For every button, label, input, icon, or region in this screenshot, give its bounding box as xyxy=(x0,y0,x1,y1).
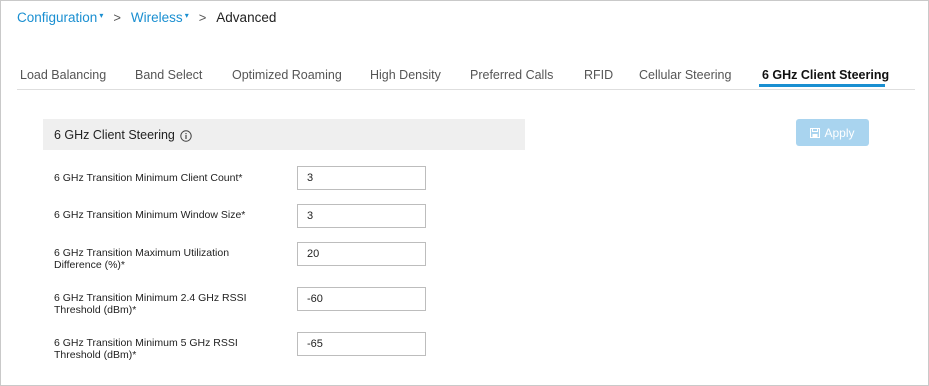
caret-down-icon: ▾ xyxy=(99,11,104,20)
tab-6ghz-client-steering[interactable]: 6 GHz Client Steering xyxy=(762,68,889,82)
max-utilization-diff-label: 6 GHz Transition Maximum Utilization Dif… xyxy=(54,247,230,271)
breadcrumb-current: Advanced xyxy=(216,10,277,25)
breadcrumb-wireless-label[interactable]: Wireless xyxy=(131,10,183,25)
min-24ghz-rssi-input[interactable] xyxy=(297,287,426,311)
tab-cellular-steering[interactable]: Cellular Steering xyxy=(639,68,731,82)
tab-preferred-calls[interactable]: Preferred Calls xyxy=(470,68,553,82)
min-5ghz-rssi-input[interactable] xyxy=(297,332,426,356)
active-tab-indicator xyxy=(759,84,885,87)
apply-button-label[interactable]: Apply xyxy=(824,126,854,140)
tab-bar: Load Balancing Band Select Optimized Roa… xyxy=(17,63,915,90)
breadcrumb-separator: > xyxy=(113,10,121,25)
min-window-size-input[interactable] xyxy=(297,204,426,228)
min-client-count-input[interactable] xyxy=(297,166,426,190)
min-5ghz-rssi-label: 6 GHz Transition Minimum 5 GHz RSSI Thre… xyxy=(54,337,238,361)
breadcrumb-separator: > xyxy=(198,10,207,25)
tab-optimized-roaming[interactable]: Optimized Roaming xyxy=(232,68,342,82)
apply-button[interactable]: Apply xyxy=(796,119,869,146)
section-title: 6 GHz Client Steering xyxy=(54,127,175,142)
breadcrumb-configuration[interactable]: Configuration ▾ xyxy=(17,10,103,25)
tab-high-density[interactable]: High Density xyxy=(370,68,441,82)
tab-load-balancing[interactable]: Load Balancing xyxy=(20,68,106,82)
page-frame: Configuration ▾ > Wireless ▾ > Advanced … xyxy=(0,0,929,386)
max-utilization-diff-input[interactable] xyxy=(297,242,426,266)
tab-band-select[interactable]: Band Select xyxy=(135,68,202,82)
min-client-count-label: 6 GHz Transition Minimum Client Count* xyxy=(54,172,243,184)
breadcrumb: Configuration ▾ > Wireless ▾ > Advanced xyxy=(17,10,276,25)
save-icon xyxy=(810,127,821,138)
info-circle-icon[interactable] xyxy=(180,129,192,142)
section-header: 6 GHz Client Steering xyxy=(43,119,525,150)
min-window-size-label: 6 GHz Transition Minimum Window Size* xyxy=(54,209,246,221)
breadcrumb-configuration-label[interactable]: Configuration xyxy=(17,10,97,25)
caret-down-icon: ▾ xyxy=(184,11,189,20)
breadcrumb-wireless[interactable]: Wireless ▾ xyxy=(131,10,189,25)
min-24ghz-rssi-label: 6 GHz Transition Minimum 2.4 GHz RSSI Th… xyxy=(54,292,247,316)
tab-rfid[interactable]: RFID xyxy=(584,68,613,82)
